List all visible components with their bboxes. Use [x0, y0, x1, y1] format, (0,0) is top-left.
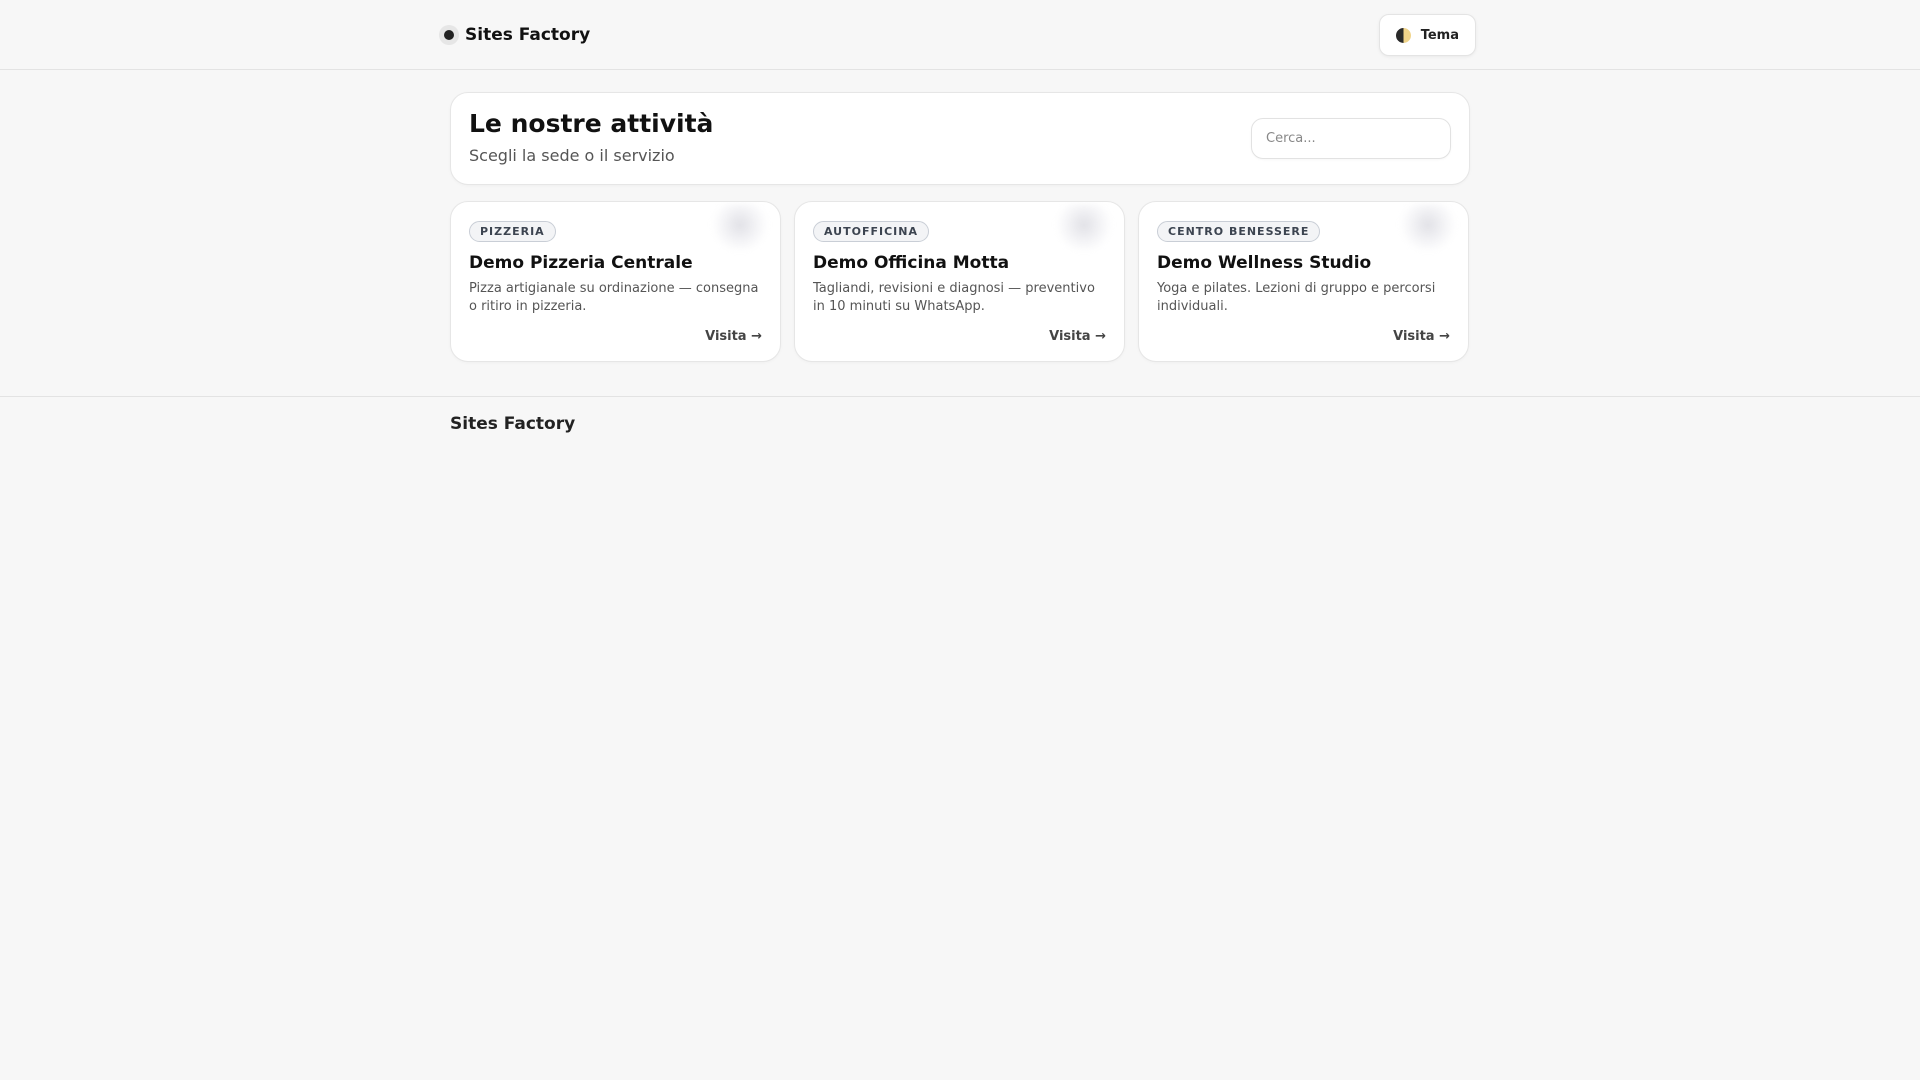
page-title: Le nostre attività — [469, 108, 714, 138]
category-badge: CENTRO BENESSERE — [1157, 221, 1321, 242]
card-description: Yoga e pilates. Lezioni di gruppo e perc… — [1157, 281, 1436, 314]
card-decoration — [1400, 204, 1456, 250]
theme-toggle-label: Tema — [1420, 27, 1459, 43]
card-title: Demo Officina Motta — [813, 253, 1010, 273]
card-description: Tagliandi, revisioni e diagnosi — preven… — [813, 281, 1095, 314]
card-decoration — [1056, 204, 1112, 250]
card-title: Demo Wellness Studio — [1157, 253, 1372, 273]
navbar-inner: Sites Factory Tema — [439, 0, 1476, 70]
category-badge: AUTOFFICINA — [813, 221, 929, 242]
card-decoration — [712, 204, 768, 250]
main-content: Le nostre attività Scegli la sede o il s… — [450, 92, 1470, 362]
visit-link[interactable]: Visita → — [1393, 329, 1450, 344]
visit-link[interactable]: Visita → — [1049, 329, 1106, 344]
category-badge: PIZZERIA — [469, 221, 556, 242]
business-card-pizzeria[interactable]: PIZZERIA Demo Pizzeria Centrale Pizza ar… — [450, 201, 781, 362]
theme-toggle-button[interactable]: Tema — [1378, 14, 1476, 56]
brand-name: Sites Factory — [465, 25, 591, 45]
brand-logo-link[interactable]: Sites Factory — [439, 25, 590, 45]
card-description: Pizza artigianale su ordinazione — conse… — [469, 281, 759, 314]
half-moon-icon — [1395, 27, 1411, 43]
page-footer: Sites Factory — [0, 396, 1920, 434]
card-title: Demo Pizzeria Centrale — [469, 253, 693, 273]
business-card-officina[interactable]: AUTOFFICINA Demo Officina Motta Tagliand… — [794, 201, 1125, 362]
business-card-wellness[interactable]: CENTRO BENESSERE Demo Wellness Studio Yo… — [1138, 201, 1469, 362]
top-navbar: Sites Factory Tema — [0, 0, 1920, 70]
business-cards-grid: PIZZERIA Demo Pizzeria Centrale Pizza ar… — [450, 201, 1470, 362]
visit-link[interactable]: Visita → — [705, 329, 762, 344]
hero-panel: Le nostre attività Scegli la sede o il s… — [450, 92, 1470, 185]
footer-brand-name: Sites Factory — [450, 414, 576, 434]
search-input[interactable] — [1251, 118, 1451, 159]
hero-text: Le nostre attività Scegli la sede o il s… — [469, 109, 713, 165]
footer-inner: Sites Factory — [450, 414, 1470, 434]
page-subtitle: Scegli la sede o il servizio — [469, 145, 675, 165]
dot-logo-icon — [439, 25, 459, 45]
